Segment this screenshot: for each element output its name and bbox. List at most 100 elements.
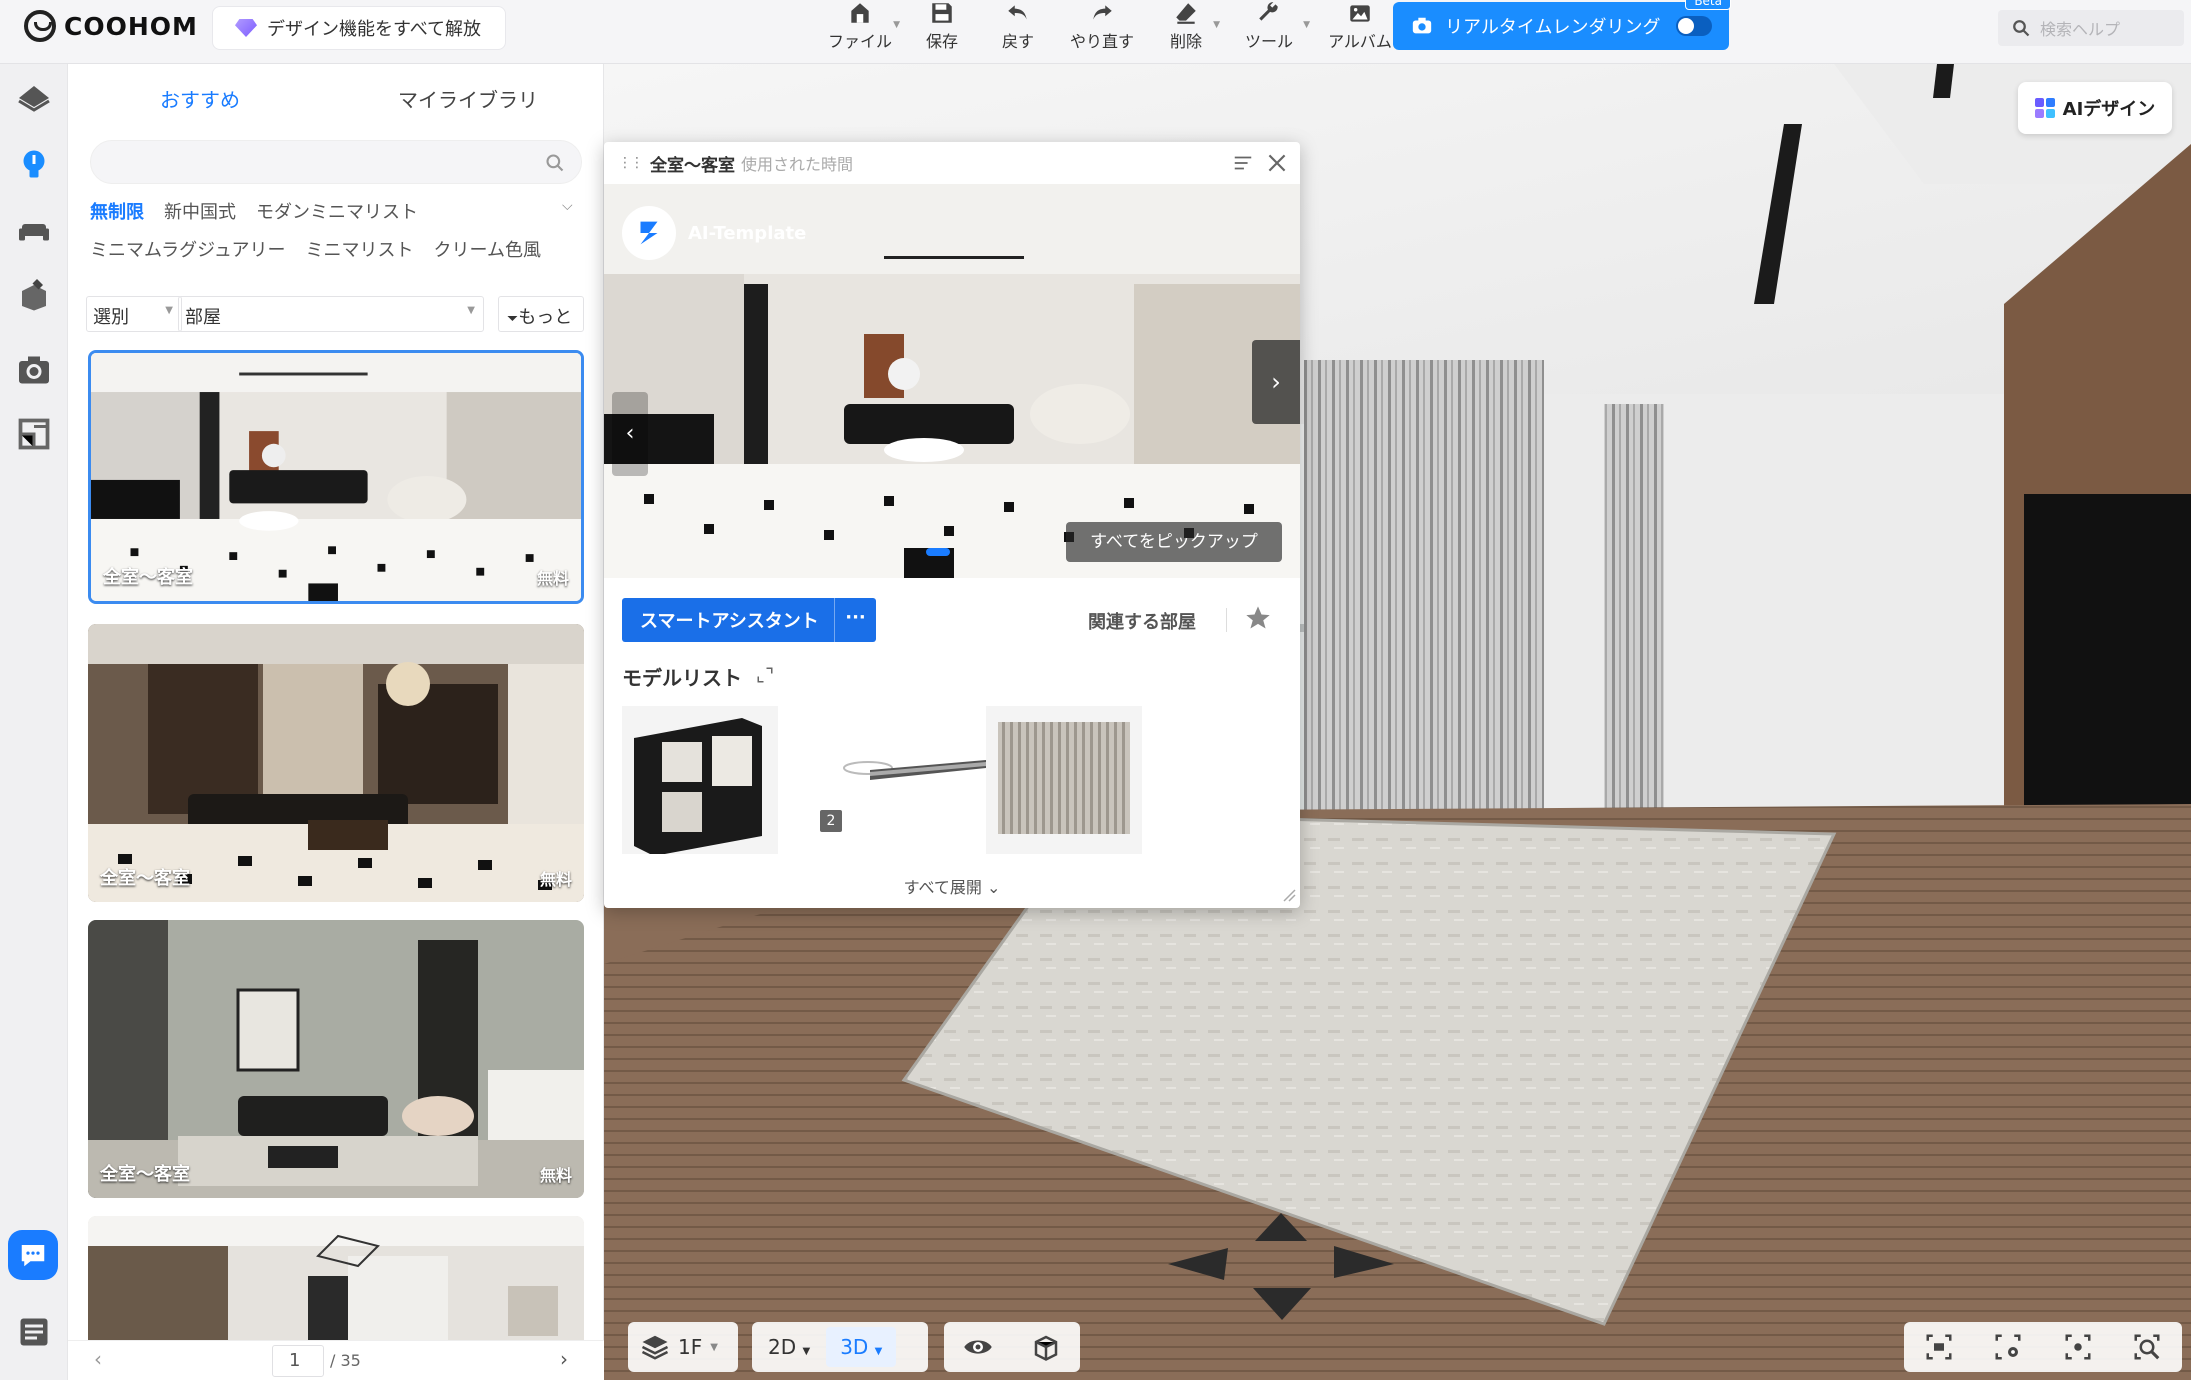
zoom-fit-icon[interactable]	[2132, 1332, 2162, 1362]
resize-handle-icon[interactable]	[1280, 886, 1296, 902]
style-chip-minimal-luxury[interactable]: ミニマムラグジュアリー	[90, 236, 285, 262]
chat-support-button[interactable]	[8, 1230, 58, 1280]
materials-tool-button[interactable]	[14, 274, 54, 314]
ai-design-icon	[2034, 98, 2055, 118]
room-select[interactable]: 部屋 ▼	[178, 296, 484, 332]
move-back-arrow-icon[interactable]	[1249, 1284, 1315, 1322]
lightbulb-icon	[23, 150, 45, 178]
left-icon-rail	[0, 64, 68, 1380]
file-icon	[851, 3, 869, 23]
template-search-input[interactable]	[90, 140, 582, 184]
ai-template-label: AI-Template	[688, 222, 807, 244]
related-rooms-button[interactable]: 関連する部屋	[1088, 608, 1196, 634]
star-favorite-icon[interactable]	[1244, 604, 1272, 632]
realtime-render-toggle[interactable]	[1676, 16, 1713, 36]
redo-button[interactable]: やり直す	[1056, 0, 1148, 60]
style-chip-unlimited[interactable]: 無制限	[90, 198, 144, 224]
template-card[interactable]: 全室～客室 無料	[88, 920, 584, 1198]
layers-panel-button[interactable]	[14, 1312, 54, 1352]
style-chip-cream[interactable]: クリーム色風	[433, 236, 540, 262]
help-search-placeholder: 検索ヘルプ	[2040, 20, 2121, 39]
brand-logo[interactable]: COOHOM	[24, 10, 198, 42]
move-forward-arrow-icon[interactable]	[1251, 1209, 1311, 1245]
model-item-wall-panel[interactable]	[986, 706, 1142, 854]
more-filters-button[interactable]: ⏷もっと	[498, 296, 584, 332]
template-card-price: 無料	[536, 569, 569, 588]
expand-all-button[interactable]: すべて展開 ⌄	[604, 874, 1300, 898]
prev-page-icon[interactable]: ‹	[94, 1347, 102, 1371]
caret-down-icon: ▼	[1213, 20, 1220, 30]
undo-icon	[1008, 5, 1027, 20]
filter-icon: ⏷	[507, 311, 519, 327]
render-tool-button[interactable]	[14, 350, 54, 390]
inspiration-tool-button[interactable]	[14, 144, 54, 184]
list-menu-icon[interactable]	[1232, 152, 1254, 174]
smart-assistant-more-button[interactable]: ···	[834, 598, 876, 642]
close-icon[interactable]	[1264, 150, 1290, 176]
pick-all-button[interactable]: すべてをピックアップ	[1066, 522, 1282, 562]
focus-icon[interactable]	[2063, 1332, 2093, 1362]
wrench-icon	[1259, 2, 1278, 21]
ai-design-button[interactable]: AIデザイン	[2018, 82, 2172, 134]
realtime-render-button[interactable]: リアルタイムレンダリング Beta	[1393, 0, 1731, 50]
rotate-left-arrow-icon[interactable]	[1164, 1244, 1234, 1284]
carousel-indicator	[926, 548, 950, 556]
floorplan-view-button[interactable]	[14, 414, 54, 454]
style-chip-modern-minimalist[interactable]: モダンミニマリスト	[256, 198, 418, 224]
help-search-input[interactable]: 検索ヘルプ	[1998, 10, 2184, 46]
file-label: ファイル	[827, 32, 892, 51]
floorplan-tool-button[interactable]	[14, 78, 54, 118]
smart-assistant-button[interactable]: スマートアシスタント ···	[622, 598, 876, 642]
delete-button[interactable]: 削除 ▼	[1148, 0, 1224, 60]
prev-image-button[interactable]: ‹	[612, 392, 648, 476]
model-list-title: モデルリスト	[622, 666, 742, 690]
save-label: 保存	[925, 32, 958, 51]
sort-select[interactable]: 選別 ▼	[86, 296, 182, 332]
caret-down-icon: ▼	[874, 1346, 883, 1357]
caret-down-icon: ▼	[710, 1341, 718, 1353]
view-mode-switch: 2D ▼ 3D ▼	[752, 1322, 928, 1372]
next-image-button[interactable]: ›	[1252, 340, 1300, 424]
unlock-features-button[interactable]: デザイン機能をすべて解放	[212, 6, 506, 50]
template-card[interactable]: 全室～客室 無料	[88, 350, 584, 604]
view-2d-button[interactable]: 2D ▼	[752, 1335, 826, 1359]
tools-menu-button[interactable]: ツール ▼	[1224, 0, 1314, 60]
furniture-tool-button[interactable]	[14, 210, 54, 250]
camera-icon	[19, 356, 49, 384]
expand-icon[interactable]	[756, 666, 774, 684]
view-3d-button[interactable]: 3D ▼	[826, 1327, 897, 1367]
drag-handle-icon[interactable]: ⋮⋮	[618, 155, 644, 171]
floor-selector[interactable]: 1F ▼	[628, 1322, 738, 1372]
camera-settings-icon[interactable]	[1993, 1332, 2023, 1362]
model-item-cabinet[interactable]	[622, 706, 778, 856]
unlock-features-label: デザイン機能をすべて解放	[267, 19, 482, 40]
tab-recommended[interactable]: おすすめ	[160, 84, 240, 113]
template-card-name: 全室～客室	[103, 567, 193, 588]
caret-down-icon: ▼	[467, 305, 475, 316]
redo-icon	[1093, 5, 1112, 20]
view-3d-label: 3D	[840, 1335, 869, 1359]
house-icon	[18, 86, 50, 112]
save-button[interactable]: 保存	[904, 0, 980, 60]
undo-button[interactable]: 戻す	[980, 0, 1056, 60]
next-page-icon[interactable]: ›	[560, 1347, 568, 1371]
rotate-right-arrow-icon[interactable]	[1328, 1242, 1398, 1282]
expand-filters-chevron-icon[interactable]: ⌵	[562, 198, 573, 214]
view-2d-label: 2D	[768, 1335, 797, 1359]
style-chip-minimalist[interactable]: ミニマリスト	[305, 236, 413, 262]
eye-icon[interactable]	[963, 1332, 993, 1362]
sort-select-value: 選別	[93, 307, 129, 328]
camera-view-icon[interactable]	[1924, 1332, 1954, 1362]
file-menu-button[interactable]: ファイル ▼	[816, 0, 904, 60]
style-chip-new-chinese[interactable]: 新中国式	[164, 198, 236, 224]
template-detail-popover: ⋮⋮ 全室～客室 使用された時間 AI-Template ‹ › すべてをピック…	[604, 142, 1300, 908]
tab-my-library[interactable]: マイライブラリ	[398, 84, 538, 113]
caret-down-icon: ▼	[802, 1346, 811, 1357]
template-card[interactable]: 全室～客室 無料	[88, 624, 584, 902]
cube-icon[interactable]	[1031, 1332, 1061, 1362]
camera-icon	[1412, 17, 1432, 34]
toolbar-actions: ファイル ▼ 保存 戻す やり直す 削除 ▼ ツール ▼ アルバム	[816, 0, 1406, 60]
popover-header: ⋮⋮ 全室～客室 使用された時間	[604, 142, 1300, 184]
album-label: アルバム	[1328, 32, 1392, 51]
page-number-input[interactable]: 1	[272, 1345, 324, 1377]
